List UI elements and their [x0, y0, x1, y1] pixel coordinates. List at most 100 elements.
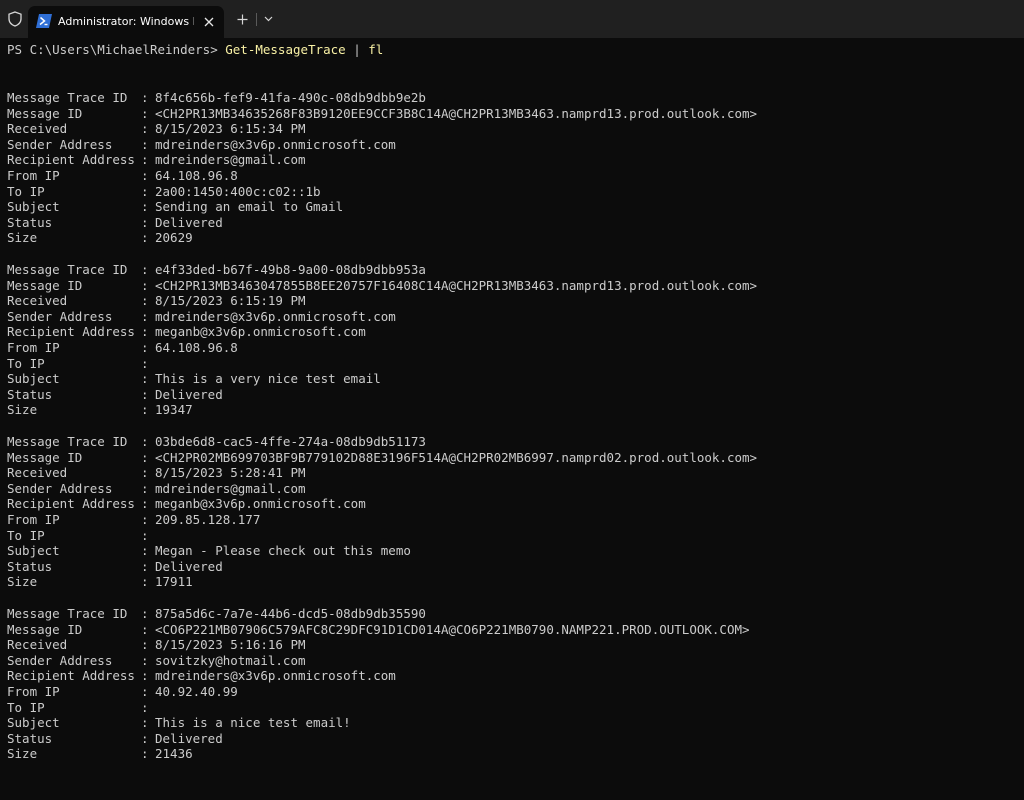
field-separator: :	[141, 308, 149, 324]
field-value: mdreinders@x3v6p.onmicrosoft.com	[155, 668, 396, 684]
field-separator: :	[141, 434, 149, 449]
field-label: Received	[7, 465, 68, 481]
field-value: <CH2PR13MB34635268F83B9120EE9CCF3B8C14A@…	[155, 105, 758, 121]
field-value: 209.85.128.177	[155, 511, 261, 527]
field-row-to-ip: To IP:2a00:1450:400c:c02::1b	[7, 184, 1007, 200]
field-label: Recipient Address	[7, 668, 135, 684]
field-label: Size	[7, 230, 38, 246]
field-label: Size	[7, 574, 38, 590]
field-value: Delivered	[155, 214, 223, 230]
profile-dropdown-button[interactable]	[259, 9, 277, 29]
field-row-status: Status: Delivered	[7, 387, 1007, 403]
field-separator: :	[141, 386, 149, 402]
field-separator: :	[141, 121, 149, 137]
field-label: To IP	[7, 699, 45, 715]
field-row-sender: Sender Address: mdreinders@x3v6p.onmicros…	[7, 309, 1007, 325]
field-row-trace-id: Message Trace ID: e4f33ded-b67f-49b8-9a00…	[7, 262, 1007, 278]
message-trace-record: Message Trace ID:875a5d6c-7a7e-44b6-dcd5…	[7, 606, 1007, 762]
field-separator: :	[141, 543, 149, 559]
tab-powershell[interactable]: Administrator: Windows PowerShell	[28, 6, 224, 38]
field-value: Delivered	[155, 730, 223, 746]
field-value: 64.108.96.8	[155, 167, 238, 183]
field-separator: :	[141, 465, 149, 481]
tab-title: Administrator: Windows PowerShell	[58, 15, 194, 28]
field-row-subject: Subject: Sending an email to Gmail	[7, 199, 1007, 215]
field-separator: :	[141, 339, 149, 355]
field-row-subject: Subject: Megan - Please check out this me…	[7, 543, 1007, 559]
field-row-size: Size:17911	[7, 574, 1007, 590]
field-label: From IP	[7, 167, 60, 183]
field-label: Received	[7, 637, 68, 653]
field-row-trace-id: Message Trace ID:8f4c656b-fef9-41fa-490c…	[7, 90, 1007, 106]
field-value: 64.108.96.8	[155, 339, 238, 355]
field-row-received: Received:8/15/2023 5:16:16 PM	[7, 637, 1007, 653]
field-label: Message Trace ID	[7, 90, 128, 105]
format-command: fl	[368, 42, 384, 57]
field-separator: :	[141, 324, 149, 340]
field-label: To IP	[7, 527, 45, 543]
field-separator: :	[141, 105, 149, 121]
field-separator: :	[141, 167, 149, 183]
field-value: This is a nice test email!	[155, 715, 351, 731]
field-row-from-ip: From IP:64.108.96.8	[7, 168, 1007, 184]
terminal-output[interactable]: PS C:\Users\MichaelReinders> Get-Message…	[0, 38, 1024, 800]
field-row-sender: Sender Address: mdreinders@x3v6p.onmicros…	[7, 137, 1007, 153]
field-label: Recipient Address	[7, 496, 135, 512]
field-label: Received	[7, 121, 68, 137]
field-separator: :	[141, 402, 149, 418]
field-separator: :	[141, 136, 149, 152]
field-label: From IP	[7, 683, 60, 699]
field-separator: :	[141, 715, 149, 731]
field-separator: :	[141, 449, 149, 465]
field-label: Recipient Address	[7, 152, 135, 168]
field-row-size: Size:20629	[7, 230, 1007, 246]
field-label: Message ID	[7, 277, 83, 293]
field-separator: :	[141, 90, 149, 105]
field-value: 17911	[155, 574, 193, 590]
admin-shield-button[interactable]	[4, 8, 26, 30]
field-row-received: Received:8/15/2023 5:28:41 PM	[7, 465, 1007, 481]
field-row-subject: Subject: This is a nice test email!	[7, 715, 1007, 731]
field-separator: :	[141, 355, 149, 371]
field-value: e4f33ded-b67f-49b8-9a00-08db9dbb953a	[155, 262, 426, 277]
field-label: Status	[7, 214, 53, 230]
field-value: <CO6P221MB07906C579AFC8C29DFC91D1CD014A@…	[155, 621, 750, 637]
field-row-subject: Subject: This is a very nice test email	[7, 371, 1007, 387]
field-value: <CH2PR02MB699703BF9B779102D88E3196F514A@…	[155, 449, 758, 465]
field-label: Recipient Address	[7, 324, 135, 340]
field-label: Message Trace ID	[7, 262, 128, 277]
field-label: Message ID	[7, 621, 83, 637]
close-tab-button[interactable]	[200, 13, 218, 31]
field-row-sender: Sender Address: mdreinders@gmail.com	[7, 481, 1007, 497]
field-label: Status	[7, 558, 53, 574]
field-value: 875a5d6c-7a7e-44b6-dcd5-08db9db35590	[155, 606, 426, 621]
new-tab-button[interactable]	[232, 9, 252, 29]
field-row-recipient: Recipient Address: meganb@x3v6p.onmicroso…	[7, 496, 1007, 512]
powershell-icon	[36, 14, 52, 28]
field-label: To IP	[7, 355, 45, 371]
field-separator: :	[141, 371, 149, 387]
field-row-size: Size:19347	[7, 402, 1007, 418]
field-value: 19347	[155, 402, 193, 418]
field-row-recipient: Recipient Address: mdreinders@gmail.com	[7, 152, 1007, 168]
tab-divider	[256, 13, 257, 26]
field-value: Megan - Please check out this memo	[155, 543, 411, 559]
field-value: 40.92.40.99	[155, 683, 238, 699]
field-label: Message Trace ID	[7, 606, 128, 621]
field-label: Message ID	[7, 449, 83, 465]
field-separator: :	[141, 574, 149, 590]
field-separator: :	[141, 699, 149, 715]
field-label: Received	[7, 293, 68, 309]
field-value: 8/15/2023 5:16:16 PM	[155, 637, 306, 653]
pipe-operator: |	[345, 42, 369, 57]
field-value: mdreinders@gmail.com	[155, 152, 306, 168]
field-separator: :	[141, 199, 149, 215]
field-value: 2a00:1450:400c:c02::1b	[155, 183, 321, 199]
field-value: meganb@x3v6p.onmicrosoft.com	[155, 324, 366, 340]
field-separator: :	[141, 527, 149, 543]
field-row-size: Size:21436	[7, 746, 1007, 762]
field-row-to-ip: To IP:	[7, 528, 1007, 544]
field-row-message-id: Message ID: <CH2PR13MB3463047855B8EE20757…	[7, 278, 1007, 294]
field-value: Delivered	[155, 386, 223, 402]
field-separator: :	[141, 606, 149, 621]
